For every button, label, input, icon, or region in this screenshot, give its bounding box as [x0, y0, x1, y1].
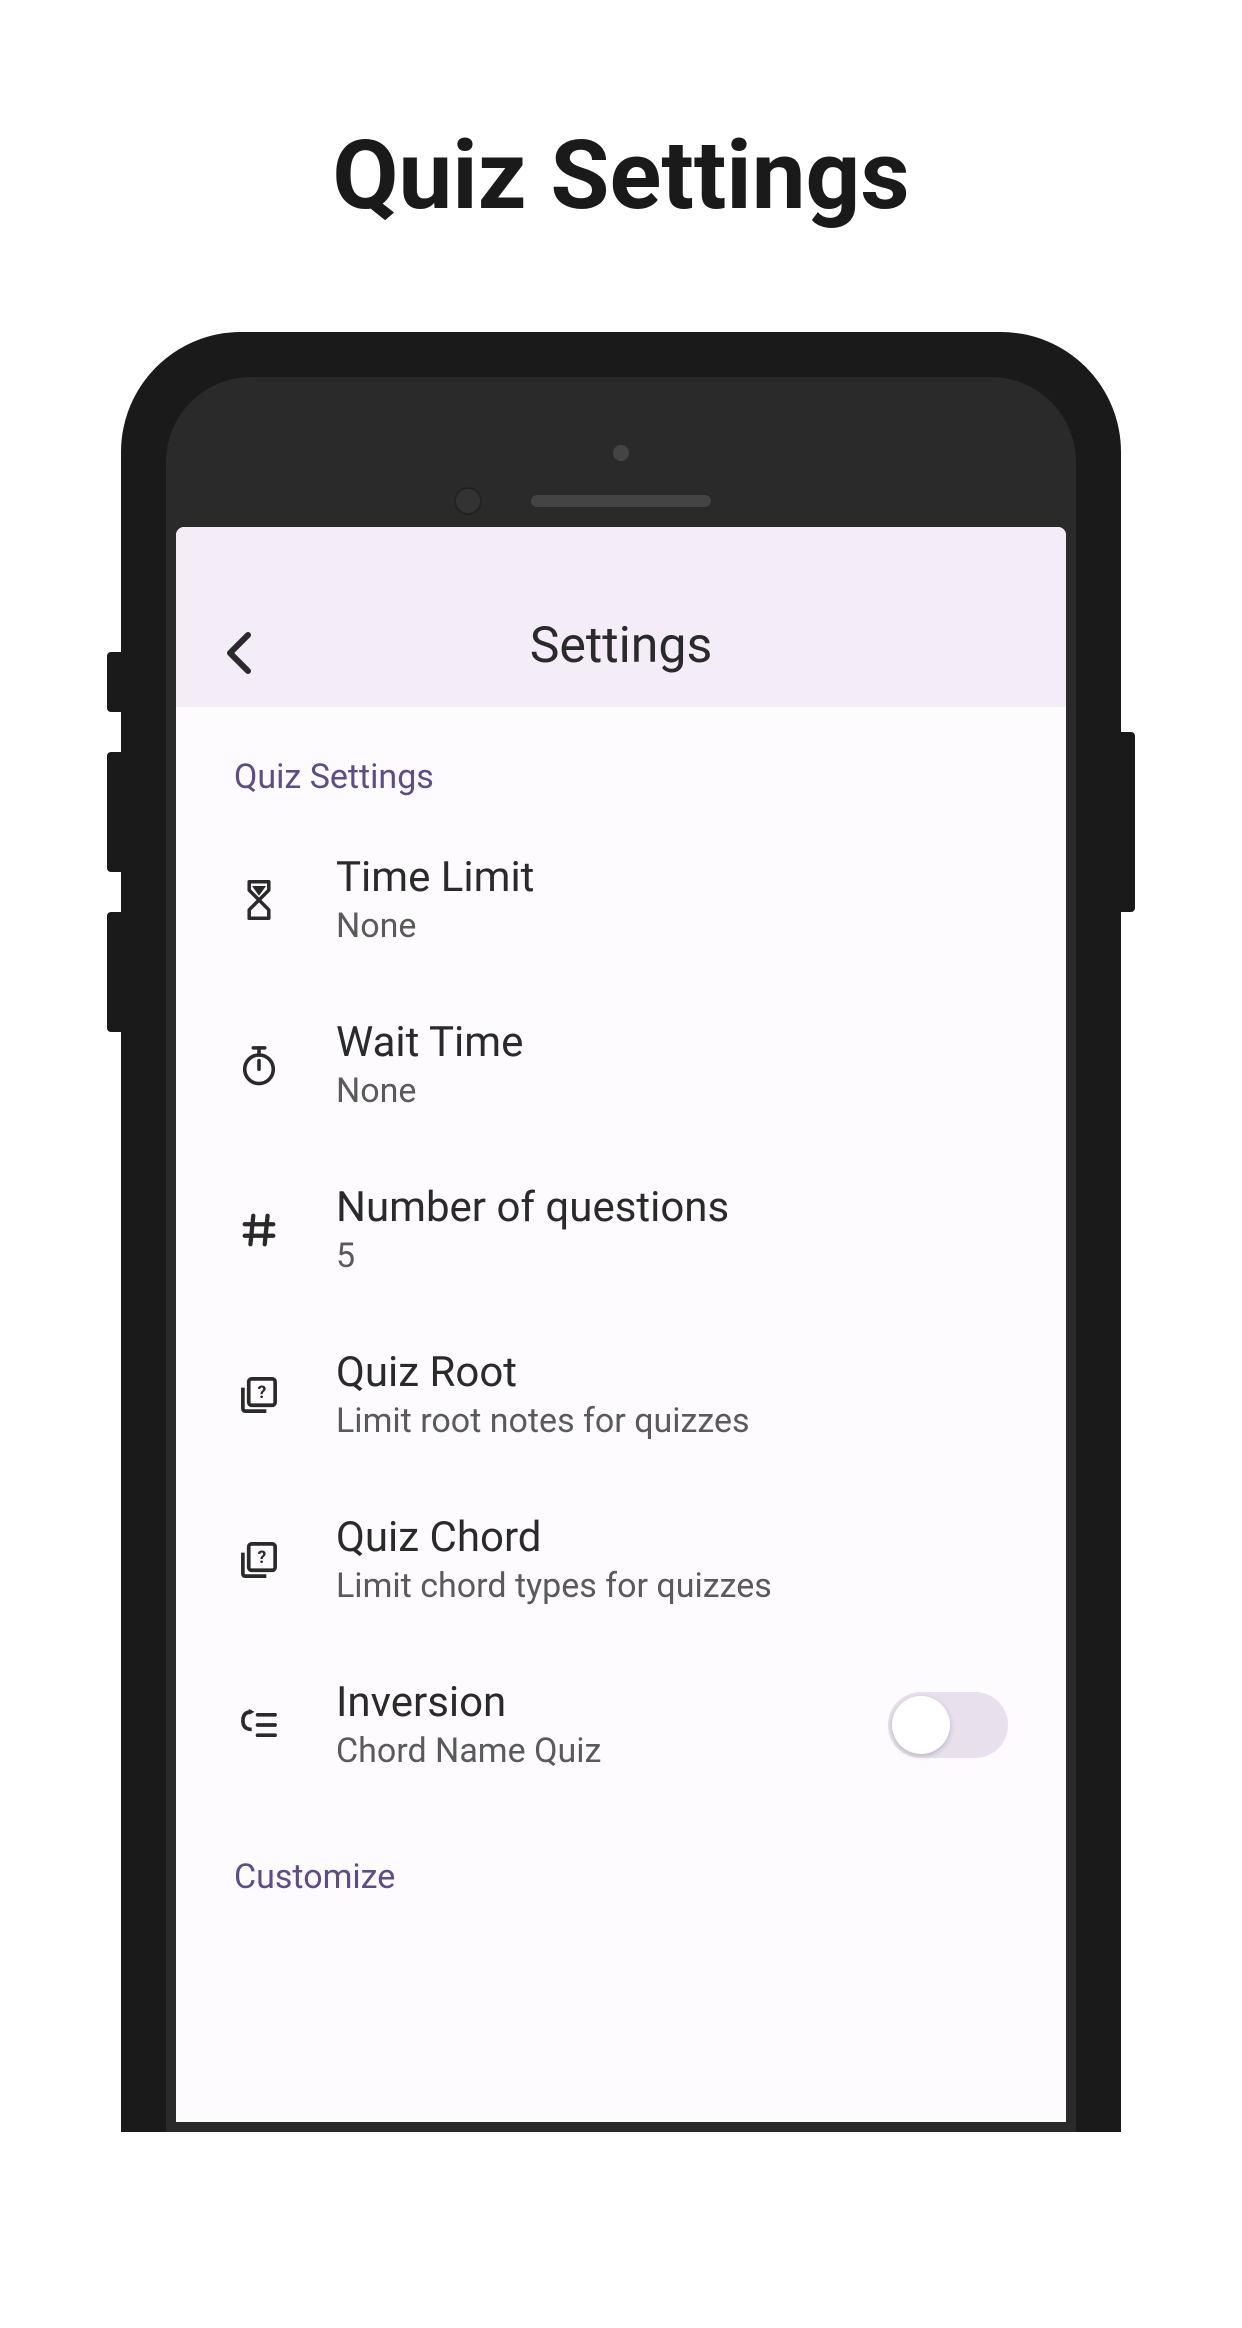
back-button[interactable]	[221, 629, 257, 677]
setting-subtitle: None	[336, 1071, 1008, 1111]
nav-title: Settings	[176, 617, 1066, 675]
page-title: Quiz Settings	[0, 120, 1242, 232]
nav-header: Settings	[176, 527, 1066, 707]
setting-quiz-chord[interactable]: ? Quiz Chord Limit chord types for quizz…	[176, 1477, 1066, 1642]
phone-camera	[454, 487, 482, 515]
section-header-customize: Customize	[176, 1807, 1066, 1917]
toggle-knob	[892, 1696, 950, 1754]
app-screen: Settings Quiz Settings Time Limit None	[176, 527, 1066, 2122]
svg-text:?: ?	[258, 1382, 267, 1402]
phone-speaker	[531, 495, 711, 507]
phone-sensor	[613, 445, 629, 461]
phone-mockup: Settings Quiz Settings Time Limit None	[121, 332, 1121, 2132]
setting-subtitle: Chord Name Quiz	[336, 1731, 888, 1771]
inversion-icon	[234, 1700, 284, 1750]
quiz-card-icon: ?	[234, 1535, 284, 1585]
timer-icon	[234, 1040, 284, 1090]
setting-subtitle: 5	[336, 1236, 1008, 1276]
setting-quiz-root[interactable]: ? Quiz Root Limit root notes for quizzes	[176, 1312, 1066, 1477]
setting-subtitle: None	[336, 906, 1008, 946]
quiz-card-icon: ?	[234, 1370, 284, 1420]
chevron-left-icon	[221, 629, 257, 677]
setting-number-of-questions[interactable]: Number of questions 5	[176, 1147, 1066, 1312]
setting-subtitle: Limit chord types for quizzes	[336, 1566, 1008, 1606]
setting-title: Quiz Chord	[336, 1513, 1008, 1562]
setting-title: Time Limit	[336, 853, 1008, 902]
setting-title: Wait Time	[336, 1018, 1008, 1067]
phone-mute-button	[107, 652, 121, 712]
setting-inversion[interactable]: Inversion Chord Name Quiz	[176, 1642, 1066, 1807]
hourglass-icon	[234, 875, 284, 925]
phone-volume-up	[107, 752, 121, 872]
phone-volume-down	[107, 912, 121, 1032]
setting-wait-time[interactable]: Wait Time None	[176, 982, 1066, 1147]
setting-time-limit[interactable]: Time Limit None	[176, 817, 1066, 982]
inversion-toggle[interactable]	[888, 1692, 1008, 1758]
setting-subtitle: Limit root notes for quizzes	[336, 1401, 1008, 1441]
setting-title: Inversion	[336, 1678, 888, 1727]
section-header-quiz-settings: Quiz Settings	[176, 707, 1066, 817]
setting-title: Number of questions	[336, 1183, 1008, 1232]
setting-title: Quiz Root	[336, 1348, 1008, 1397]
phone-power-button	[1121, 732, 1135, 912]
hash-icon	[234, 1205, 284, 1255]
svg-text:?: ?	[258, 1547, 267, 1567]
